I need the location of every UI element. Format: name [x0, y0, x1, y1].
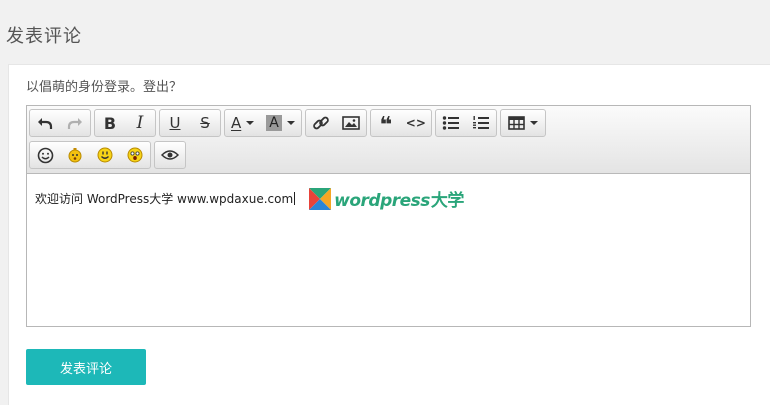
strikethrough-icon: S — [200, 114, 210, 132]
grin-face-icon — [97, 147, 113, 163]
color-group: A A — [224, 109, 302, 137]
editor-text: 欢迎访问 WordPress大学 www.wpdaxue.com — [35, 192, 294, 206]
numbered-list-icon — [472, 116, 489, 129]
background-color-button[interactable]: A — [260, 110, 301, 136]
blockquote-button[interactable]: ❝ — [371, 110, 401, 138]
history-group — [29, 109, 91, 137]
insert-image-button[interactable] — [336, 110, 366, 136]
strikethrough-button[interactable]: S — [190, 110, 220, 136]
quote-icon: ❝ — [379, 113, 393, 138]
bold-icon: B — [103, 113, 117, 133]
emoticon-group — [29, 141, 151, 169]
format-group-2: U S — [159, 109, 221, 137]
bold-button[interactable]: B — [95, 110, 125, 136]
italic-icon: I — [136, 113, 144, 133]
editor-content[interactable]: 欢迎访问 WordPress大学 www.wpdaxue.com wordpre… — [35, 186, 742, 211]
logo-mark-icon — [309, 187, 332, 210]
chevron-down-icon — [286, 121, 295, 125]
login-middle: 的身份登录。 — [65, 80, 144, 95]
wordpress-daxue-logo: wordpress大学 — [309, 186, 464, 211]
preview-group — [154, 141, 186, 169]
background-color-icon: A — [266, 115, 282, 131]
emoticon-dizzy-button[interactable] — [60, 142, 90, 168]
login-prefix: 以 — [26, 80, 40, 95]
image-icon — [342, 116, 360, 130]
font-color-button[interactable]: A — [225, 110, 260, 136]
list-group — [434, 109, 497, 137]
preview-button[interactable] — [155, 142, 185, 168]
logout-link[interactable]: 登出？ — [143, 80, 182, 95]
underline-button[interactable]: U — [160, 110, 190, 136]
font-color-icon: A — [231, 114, 242, 132]
table-icon — [508, 116, 525, 130]
format-group-1: B I — [94, 109, 156, 137]
undo-icon — [38, 118, 53, 129]
chevron-down-icon — [246, 121, 255, 125]
emoticon-shock-button[interactable] — [120, 142, 150, 168]
underline-icon: U — [169, 114, 181, 132]
smiley-outline-icon — [37, 147, 53, 163]
italic-button[interactable]: I — [125, 110, 155, 136]
chevron-down-icon — [529, 121, 538, 125]
code-icon: <> — [405, 116, 426, 130]
redo-icon — [67, 118, 82, 129]
editor-toolbar: B I U S A A ❝ <> — [27, 106, 750, 174]
numbered-list-button[interactable] — [466, 110, 496, 136]
eye-icon — [161, 150, 179, 160]
insert-group — [304, 109, 367, 137]
redo-button[interactable] — [60, 110, 90, 136]
text-cursor — [294, 192, 296, 205]
comment-editor: B I U S A A ❝ <> 欢迎访问 WordPress大学 www.wp… — [26, 105, 751, 327]
bullet-list-button[interactable] — [436, 110, 466, 136]
table-group — [499, 109, 546, 137]
code-button[interactable]: <> — [401, 110, 431, 136]
login-status: 以倡萌的身份登录。登出？ — [26, 76, 182, 95]
link-icon — [313, 116, 329, 130]
toolbar-row-1: B I U S A A ❝ <> — [29, 109, 549, 139]
insert-link-button[interactable] — [306, 110, 336, 136]
shocked-face-icon — [127, 147, 143, 163]
logo-text: wordpress大学 — [334, 191, 464, 211]
dizzy-face-icon — [68, 148, 82, 163]
block-group: ❝ <> — [369, 109, 432, 138]
page-title: 发表评论 — [6, 26, 82, 47]
emoticon-button[interactable] — [30, 142, 60, 168]
undo-button[interactable] — [30, 110, 60, 136]
bullet-list-icon — [442, 116, 459, 130]
user-link[interactable]: 倡萌 — [39, 80, 65, 95]
emoticon-grin-button[interactable] — [90, 142, 120, 168]
insert-table-button[interactable] — [501, 110, 545, 136]
toolbar-row-2 — [29, 141, 189, 171]
submit-comment-button[interactable]: 发表评论 — [26, 349, 146, 385]
